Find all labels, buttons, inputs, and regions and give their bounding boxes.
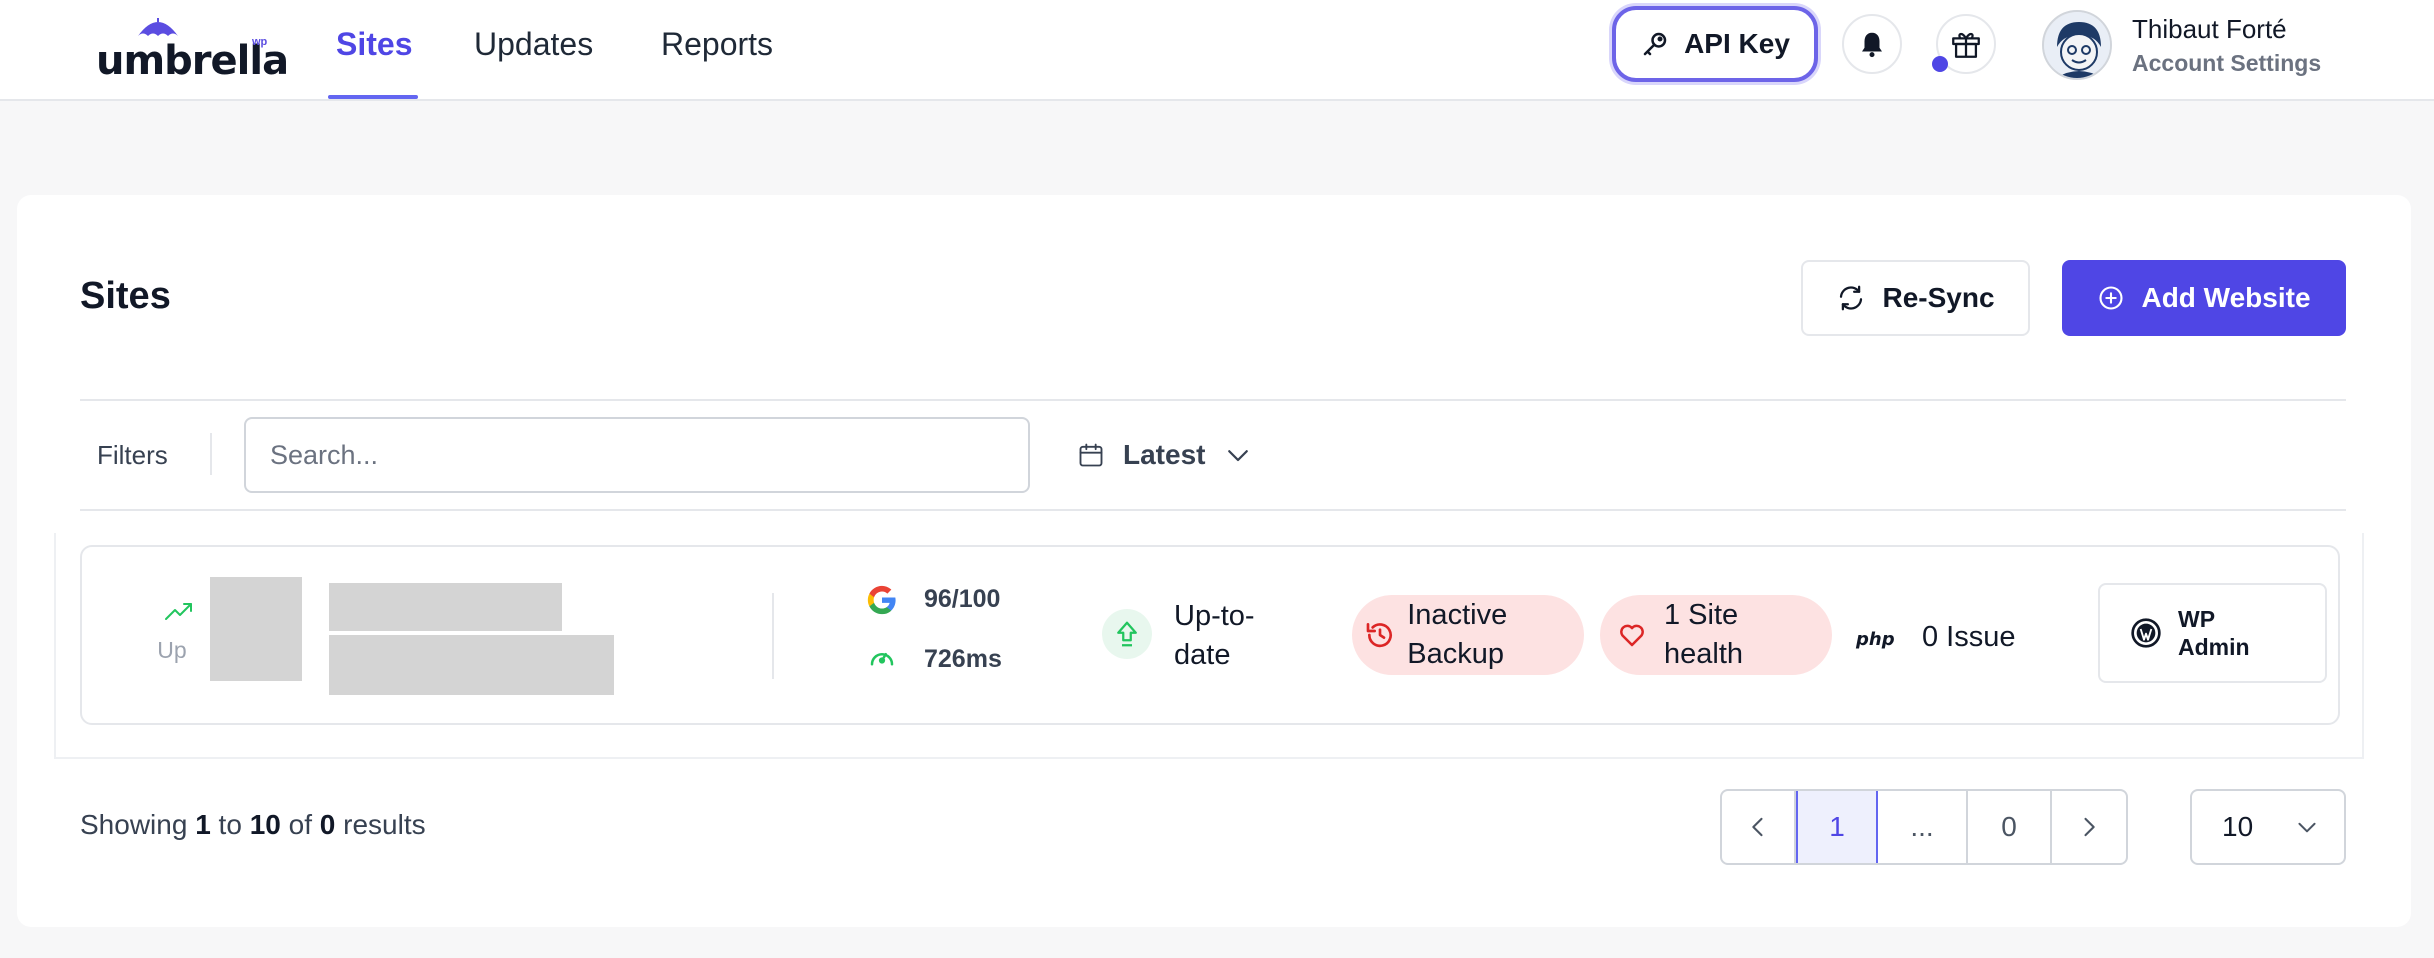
divider	[210, 433, 212, 475]
site-health-badge[interactable]: 1 Site health	[1600, 595, 1832, 675]
per-page-select[interactable]: 10	[2190, 789, 2346, 865]
umbrella-logo[interactable]: umbrella wp	[96, 14, 289, 84]
to-word: to	[218, 809, 242, 840]
sort-label: Latest	[1123, 439, 1206, 470]
plus-circle-icon	[2099, 286, 2124, 310]
chevron-down-icon	[1228, 450, 1249, 462]
add-website-label: Add Website	[2141, 282, 2311, 313]
api-key-label: API Key	[1684, 28, 1790, 59]
gift-icon	[1952, 32, 1980, 58]
status-label: Up	[157, 637, 187, 663]
resync-button[interactable]: Re-Sync	[1801, 260, 2030, 336]
avatar[interactable]	[2042, 10, 2112, 80]
tab-reports[interactable]: Reports	[661, 26, 773, 98]
calendar-icon	[1079, 443, 1103, 467]
total-results: 0	[319, 809, 336, 840]
php-icon: php	[1856, 629, 1895, 650]
divider	[80, 399, 2346, 401]
page-button-last[interactable]: 0	[1968, 791, 2052, 863]
site-health-label: 1 Site health	[1664, 599, 1744, 670]
add-website-button[interactable]: Add Website	[2062, 260, 2346, 336]
next-page-button[interactable]	[2052, 791, 2126, 863]
page-title: Sites	[80, 275, 171, 317]
page-button-1[interactable]: 1	[1796, 791, 1878, 863]
range-to: 10	[249, 809, 281, 840]
site-url-redacted[interactable]	[329, 635, 614, 695]
chevron-left-icon	[1752, 817, 1763, 837]
wp-admin-label: WP Admin	[2178, 606, 2250, 660]
results-word: results	[343, 809, 426, 840]
refresh-icon	[1840, 285, 1863, 311]
resync-label: Re-Sync	[1882, 282, 1995, 313]
key-icon	[1643, 32, 1667, 56]
api-key-button[interactable]: API Key	[1612, 6, 1818, 82]
table-row[interactable]: Up 96/100 726ms Up-to-date Inactive Back…	[80, 545, 2340, 725]
range-from: 1	[195, 809, 211, 840]
update-status-badge	[1102, 609, 1152, 659]
active-tab-indicator	[328, 95, 418, 99]
backup-status-label: Inactive Backup	[1407, 599, 1508, 670]
showing-prefix: Showing	[80, 809, 188, 840]
speedometer-icon	[870, 653, 894, 666]
account-settings-link[interactable]: Account Settings	[2132, 50, 2321, 77]
arrow-up-icon	[1117, 621, 1137, 647]
php-issues[interactable]: 0 Issue	[1922, 621, 2016, 654]
divider	[80, 509, 2346, 511]
trending-up-icon	[165, 603, 192, 620]
results-summary: Showing 1 to 10 of 0 results	[80, 809, 426, 841]
filters-label: Filters	[97, 440, 168, 470]
of-word: of	[288, 809, 312, 840]
wordpress-icon	[2131, 618, 2161, 648]
site-name-redacted[interactable]	[329, 583, 562, 631]
wp-admin-button[interactable]: WP Admin	[2098, 583, 2327, 683]
search-input[interactable]	[244, 417, 1030, 493]
google-pagespeed-score: 96/100	[924, 585, 1001, 613]
top-navigation-bar: umbrella wp Sites Updates Reports API Ke…	[0, 0, 2434, 101]
tab-sites[interactable]: Sites	[336, 26, 412, 98]
notification-dot	[1932, 56, 1948, 72]
sites-card: Sites Re-Sync Add Website Filters Latest	[17, 195, 2411, 927]
pagination: 1 ... 0	[1720, 789, 2128, 865]
per-page-value: 10	[2222, 811, 2254, 842]
response-time: 726ms	[924, 645, 1002, 673]
logo-superscript: wp	[252, 36, 268, 48]
tab-updates[interactable]: Updates	[474, 26, 593, 98]
chevron-down-icon	[2298, 822, 2316, 833]
notifications-button[interactable]	[1842, 14, 1902, 74]
heart-icon	[1620, 624, 1644, 647]
divider	[772, 593, 774, 679]
site-thumbnail	[210, 577, 302, 681]
google-icon	[867, 585, 896, 615]
avatar-illustration-icon	[2044, 12, 2110, 78]
previous-page-button[interactable]	[1722, 791, 1796, 863]
chevron-right-icon	[2084, 817, 2095, 837]
user-name[interactable]: Thibaut Forté	[2132, 14, 2287, 45]
history-icon	[1366, 623, 1392, 648]
page-ellipsis: ...	[1878, 791, 1968, 863]
updates-status[interactable]: Up-to-date	[1174, 597, 1284, 675]
sort-dropdown[interactable]: Latest	[1077, 433, 1253, 477]
bell-icon	[1862, 32, 1882, 58]
backup-status-badge[interactable]: Inactive Backup	[1352, 595, 1584, 675]
